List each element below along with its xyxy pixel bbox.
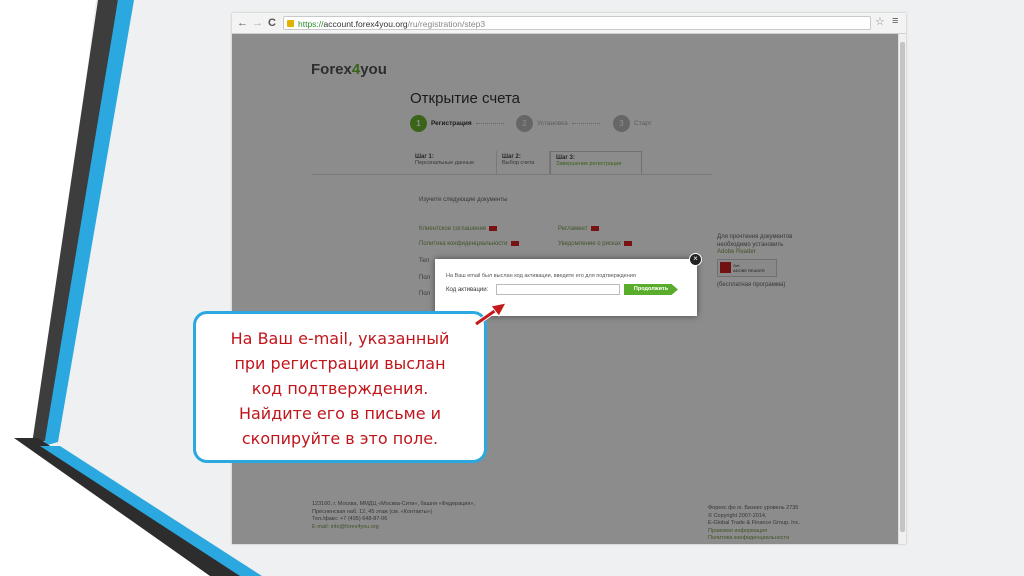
browser-toolbar: ← → C https://account.forex4you.org/ru/r… — [232, 13, 906, 34]
registration-page: Forex4you Открытие счета 1 Регистрация 2У… — [232, 34, 898, 544]
url-path: /ru/registration/step3 — [407, 19, 486, 29]
instruction-callout: На Ваш e-mail, указанный при регистрации… — [193, 311, 487, 463]
close-icon[interactable]: × — [689, 253, 702, 266]
continue-button[interactable]: Продолжить — [624, 284, 678, 295]
vertical-scrollbar[interactable] — [898, 34, 906, 544]
bookmark-star-icon[interactable]: ☆ — [875, 15, 885, 28]
reload-icon[interactable]: C — [268, 16, 276, 30]
dialog-message: На Ваш email был выслан код активации, в… — [446, 273, 636, 279]
address-bar[interactable]: https://account.forex4you.org/ru/registr… — [283, 16, 871, 30]
page-viewport: Forex4you Открытие счета 1 Регистрация 2У… — [232, 34, 898, 544]
forward-icon[interactable]: → — [252, 16, 263, 30]
activation-code-label: Код активации: — [446, 287, 489, 293]
browser-menu-icon[interactable]: ≡ — [892, 15, 898, 27]
browser-window: ← → C https://account.forex4you.org/ru/r… — [232, 13, 906, 544]
url-scheme: https:// — [298, 19, 324, 29]
back-icon[interactable]: ← — [237, 16, 248, 30]
lock-icon — [287, 20, 294, 27]
activation-code-input[interactable] — [496, 284, 620, 295]
url-host: account.forex4you.org — [323, 19, 408, 29]
callout-text: На Ваш e-mail, указанный при регистрации… — [230, 329, 450, 448]
scrollbar-thumb[interactable] — [900, 42, 905, 532]
pointer-arrow-icon — [474, 302, 507, 327]
